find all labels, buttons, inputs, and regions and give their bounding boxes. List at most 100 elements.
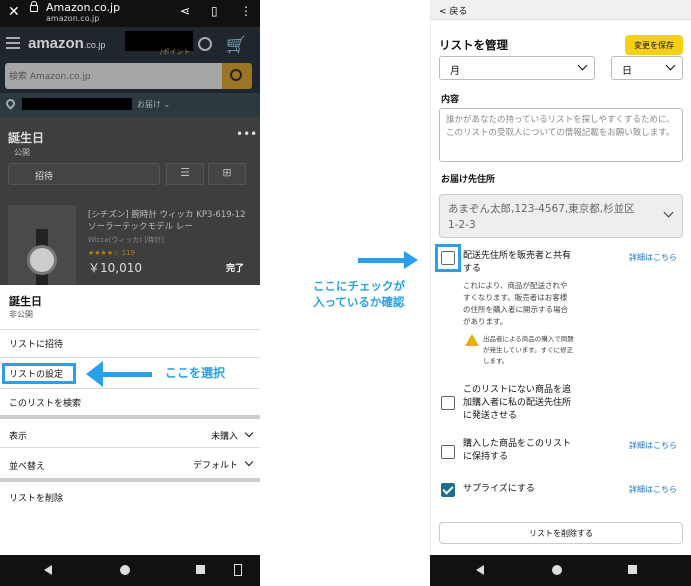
content-textarea[interactable]: 誰かがあなたの持っているリストを探しやすくするために、このリストの受取人について… <box>439 108 683 162</box>
home-nav-icon[interactable] <box>120 565 130 575</box>
ship-non-list-label: このリストにない商品を追 加購入者に私の配送先住所 に発送させる <box>463 384 571 423</box>
more-icon[interactable]: ⋮ <box>240 4 252 18</box>
check-note-line1: ここにチェックが <box>313 279 405 293</box>
list-settings-highlight <box>2 363 76 384</box>
invite-button[interactable]: 招待 <box>8 163 160 185</box>
display-value[interactable]: 未購入 <box>211 429 238 442</box>
page-title: リストを管理 <box>439 38 508 52</box>
ship-non-list-checkbox[interactable] <box>441 396 455 410</box>
delete-list-item[interactable]: リストを削除 <box>0 491 260 504</box>
menu-item-search-list[interactable]: このリストを検索 <box>0 396 260 409</box>
product-name[interactable]: [シチズン] 腕時計 ウィッカ KP3-619-12 ソーラーテックモデル レー <box>88 209 248 233</box>
details-link[interactable]: 詳細はこちら <box>629 252 677 263</box>
divider <box>0 447 260 448</box>
select-note: ここを選択 <box>165 366 226 380</box>
details-link[interactable]: 詳細はこちら <box>629 484 677 495</box>
back-link[interactable]: < 戻る <box>439 4 467 17</box>
browser-subdomain: amazon.co.jp <box>46 14 100 23</box>
section-divider <box>0 415 260 419</box>
cart-icon[interactable]: 🛒 <box>226 35 246 54</box>
list-settings-sheet: 誕生日 非公開 リストに招待 リストの設定 このリストを検索 表示 未購入 並べ… <box>0 285 260 555</box>
content-label: 内容 <box>441 95 460 105</box>
menu-item-invite[interactable]: リストに招待 <box>0 337 260 350</box>
day-select[interactable]: 日 <box>611 56 683 80</box>
recents-nav-icon[interactable] <box>196 565 205 574</box>
address-select[interactable]: あまぞん太郎,123-4567,東京都,杉並区 1-2-3 <box>439 194 683 238</box>
divider <box>0 329 260 330</box>
redacted-address <box>22 98 132 110</box>
address-label: お届け先住所 <box>441 175 496 185</box>
details-link[interactable]: 詳細はこちら <box>629 440 677 451</box>
list-options-icon[interactable]: ••• <box>236 127 257 141</box>
arrow-left-head <box>86 361 103 387</box>
address-line1: あまぞん太郎,123-4567,東京都,杉並区 <box>448 203 635 215</box>
top-bar: < 戻る <box>431 0 691 20</box>
keep-purchased-checkbox[interactable] <box>441 445 455 459</box>
android-nav-bar-left <box>0 555 260 586</box>
rotate-icon[interactable] <box>234 564 242 576</box>
delete-list-button[interactable]: リストを削除する <box>439 522 683 544</box>
watch-face <box>27 245 57 275</box>
browser-domain: Amazon.co.jp <box>46 1 121 14</box>
desc-line: これにより、商品が配送されや <box>463 281 568 290</box>
list-visibility: 公開 <box>14 148 30 157</box>
arrow-right-shaft <box>358 258 406 263</box>
hamburger-icon[interactable] <box>6 37 20 39</box>
close-icon[interactable]: ✕ <box>8 4 20 20</box>
bookmark-icon[interactable]: ▯ <box>211 4 218 18</box>
right-phone-screen: < 戻る リストを管理 変更を保存 月 日 内容 誰かがあなたの持っているリスト… <box>430 0 691 555</box>
month-select[interactable]: 月 <box>439 56 595 80</box>
warning-icon <box>465 334 479 346</box>
check-note-line2: 入っているか確認 <box>313 295 405 309</box>
amazon-logo[interactable]: amazon.co.jp <box>28 35 105 52</box>
product-brand: Wicca(ウィッカ) [時計] <box>88 236 164 244</box>
amazon-header: amazon.co.jp /ポイント 🛒 <box>0 27 260 63</box>
deliver-bar[interactable]: お届け ⌄ <box>0 93 260 117</box>
deliver-label: お届け ⌄ <box>137 100 171 109</box>
home-nav-icon[interactable] <box>552 565 562 575</box>
back-nav-icon[interactable] <box>476 565 484 575</box>
arrow-left-shaft <box>102 372 152 377</box>
surprise-checkbox[interactable] <box>441 483 455 497</box>
divider <box>0 357 260 358</box>
share-address-checkbox[interactable] <box>441 251 455 265</box>
back-nav-icon[interactable] <box>44 565 52 575</box>
invite-label: 招待 <box>35 172 54 182</box>
list-view-icon[interactable]: ☰ <box>166 163 204 185</box>
option-line: に保持する <box>463 452 509 462</box>
warn-line: します。 <box>483 357 509 365</box>
sort-value[interactable]: デフォルト <box>193 458 238 471</box>
share-icon[interactable]: ⋖ <box>180 4 190 18</box>
screenshot-stage: ✕ Amazon.co.jp amazon.co.jp ⋖ ▯ ⋮ amazon… <box>0 0 691 586</box>
save-changes-button[interactable]: 変更を保存 <box>625 35 683 55</box>
done-button[interactable]: 完了 <box>226 261 244 274</box>
points-label: /ポイント <box>160 48 191 56</box>
sheet-visibility: 非公開 <box>9 310 33 319</box>
user-icon[interactable] <box>198 37 212 51</box>
option-line: 購入した商品をこのリスト <box>463 439 572 449</box>
grid-view-icon[interactable]: ⊞ <box>208 163 246 185</box>
search-button[interactable] <box>222 63 252 89</box>
option-line: このリストにない商品を追 <box>463 385 572 395</box>
option-line: に発送させる <box>463 411 518 421</box>
search-input[interactable]: 検索 Amazon.co.jp <box>5 63 222 89</box>
share-address-label: 配送先住所を販売者と共有 する <box>463 250 571 276</box>
list-title: 誕生日 <box>8 131 45 145</box>
chevron-down-icon <box>577 60 588 71</box>
option-line: 配送先住所を販売者と共有 <box>463 251 572 261</box>
option-line: サプライズにする <box>463 484 535 494</box>
desc-line: があります。 <box>463 317 508 326</box>
left-phone-screen: ✕ Amazon.co.jp amazon.co.jp ⋖ ▯ ⋮ amazon… <box>0 0 260 586</box>
list-background: 誕生日 公開 ••• 招待 ☰ ⊞ [シチズン] 腕時計 ウィッカ KP3-61… <box>0 117 260 289</box>
search-bar: 検索 Amazon.co.jp <box>0 63 260 93</box>
warn-line: 出品者による商品の購入で問題 <box>483 335 574 343</box>
warn-line: が発生しています。すぐに修正 <box>483 346 574 354</box>
divider <box>0 388 260 389</box>
lock-icon <box>30 1 38 12</box>
day-value: 日 <box>622 66 632 77</box>
share-description: これにより、商品が配送されや すくなります。販売者はお客様 の住所を購入者に開示… <box>463 280 568 328</box>
desc-line: の住所を購入者に開示する場合 <box>463 305 568 314</box>
arrow-right-head <box>404 251 418 269</box>
recents-nav-icon[interactable] <box>628 565 637 574</box>
section-divider <box>0 478 260 482</box>
